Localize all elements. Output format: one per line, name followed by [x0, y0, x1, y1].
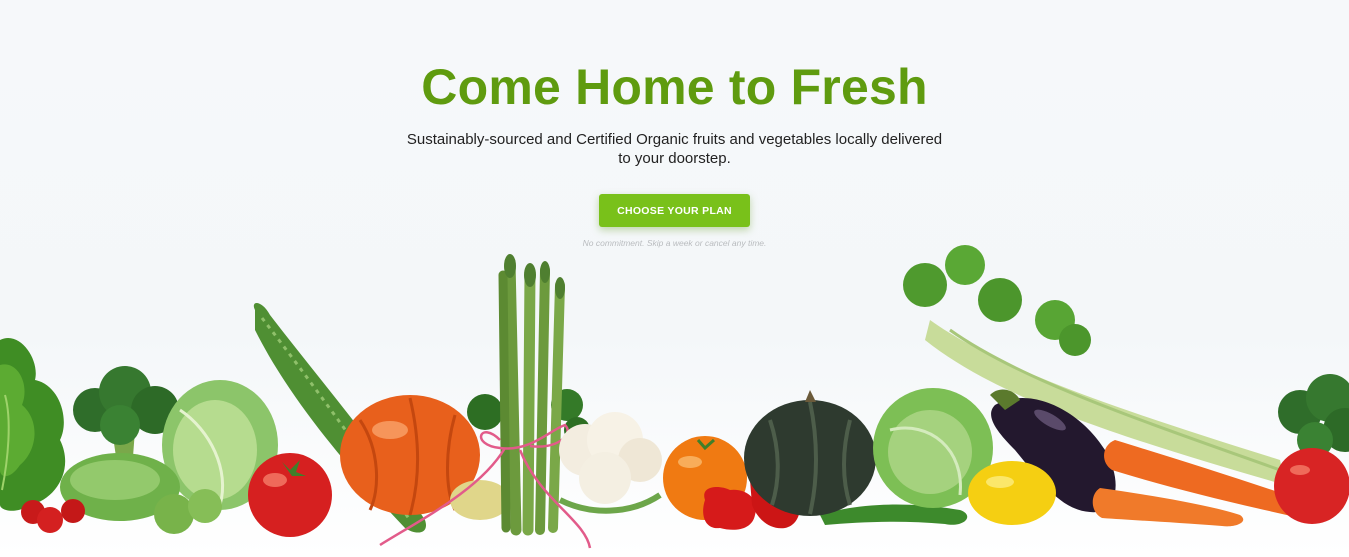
tomato-icon: [248, 453, 332, 537]
broccoli-icon: [1278, 374, 1349, 458]
cherry-tomato-icon: [21, 499, 85, 533]
hero-section: Come Home to Fresh Sustainably-sourced a…: [0, 0, 1349, 557]
squash-icon: [450, 480, 510, 520]
lime-icon: [154, 494, 194, 534]
cauliflower-icon: [558, 412, 662, 514]
choose-plan-button[interactable]: CHOOSE YOUR PLAN: [599, 194, 750, 227]
asparagus-icon: [498, 254, 565, 536]
hero-title: Come Home to Fresh: [421, 59, 928, 115]
tomato-icon: [1274, 448, 1349, 524]
lemon-icon: [968, 461, 1056, 525]
lime-icon: [188, 489, 222, 523]
hero-subtitle: Sustainably-sourced and Certified Organi…: [406, 131, 943, 167]
dark-squash-icon: [744, 390, 876, 516]
lettuce-icon: [0, 338, 66, 511]
vegetable-row-photo: [0, 245, 1349, 549]
